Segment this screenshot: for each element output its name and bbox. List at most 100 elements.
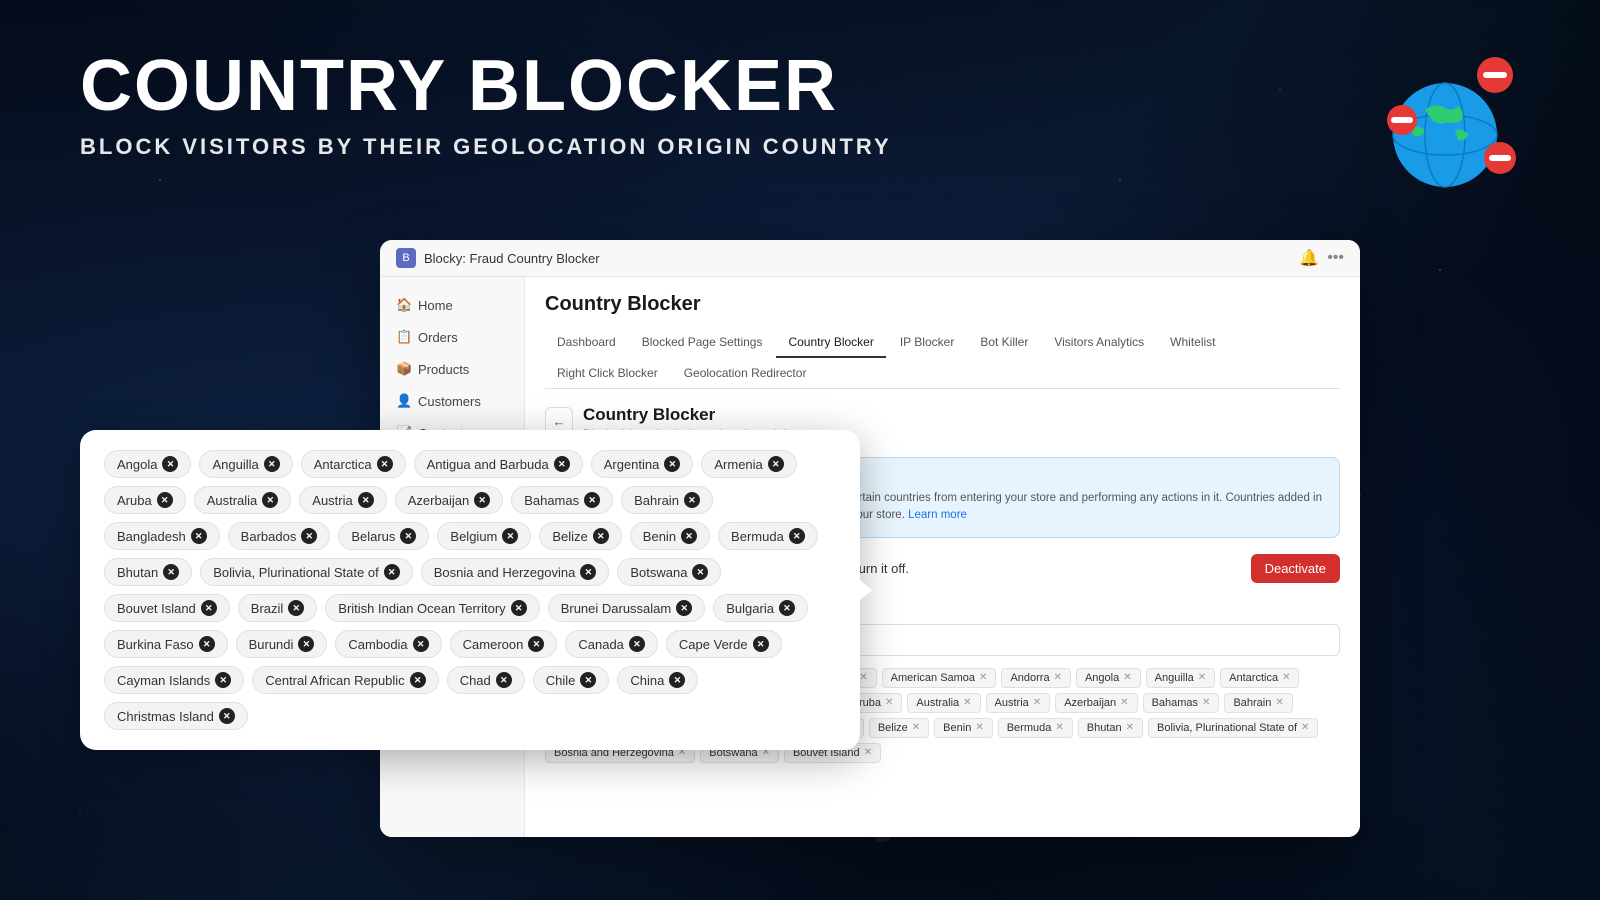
country-tag-remove[interactable]: ✕	[963, 697, 971, 708]
tab-bot-killer[interactable]: Bot Killer	[968, 328, 1040, 358]
country-tag-remove[interactable]: ✕	[912, 722, 920, 733]
app-title: COUNTRY BLOCKER	[80, 50, 1520, 122]
tag-remove[interactable]: ✕	[264, 456, 280, 472]
more-icon[interactable]: •••	[1327, 249, 1344, 267]
popup-tag: Christmas Island ✕	[104, 702, 248, 730]
tag-remove[interactable]: ✕	[496, 672, 512, 688]
tag-remove[interactable]: ✕	[358, 492, 374, 508]
tag-remove[interactable]: ✕	[584, 492, 600, 508]
sidebar-item-home[interactable]: 🏠Home	[380, 289, 524, 321]
sidebar-icon: 👤	[396, 393, 410, 409]
country-tag: Belize ✕	[869, 718, 929, 738]
tag-remove[interactable]: ✕	[298, 636, 314, 652]
country-tag-remove[interactable]: ✕	[1198, 672, 1206, 683]
tag-remove[interactable]: ✕	[413, 636, 429, 652]
tag-remove[interactable]: ✕	[580, 672, 596, 688]
popup-tag: Argentina ✕	[591, 450, 694, 478]
popup-tag: Cape Verde ✕	[666, 630, 782, 658]
tab-geolocation-redirector[interactable]: Geolocation Redirector	[672, 359, 819, 389]
country-tag: Bolivia, Plurinational State of ✕	[1148, 718, 1318, 738]
tab-ip-blocker[interactable]: IP Blocker	[888, 328, 966, 358]
country-tag-remove[interactable]: ✕	[1123, 672, 1131, 683]
tag-remove[interactable]: ✕	[410, 672, 426, 688]
country-tag-remove[interactable]: ✕	[1126, 722, 1134, 733]
tag-remove[interactable]: ✕	[219, 708, 235, 724]
tag-remove[interactable]: ✕	[201, 600, 217, 616]
tag-remove[interactable]: ✕	[400, 528, 416, 544]
tag-remove[interactable]: ✕	[580, 564, 596, 580]
country-tag-remove[interactable]: ✕	[1282, 672, 1290, 683]
country-tag-remove[interactable]: ✕	[1202, 697, 1210, 708]
popup-tag: Aruba ✕	[104, 486, 186, 514]
tag-remove[interactable]: ✕	[157, 492, 173, 508]
country-tag-remove[interactable]: ✕	[1055, 722, 1063, 733]
tag-remove[interactable]: ✕	[593, 528, 609, 544]
tag-remove[interactable]: ✕	[629, 636, 645, 652]
sidebar-label: Orders	[418, 330, 458, 345]
tag-remove[interactable]: ✕	[768, 456, 784, 472]
tag-remove[interactable]: ✕	[191, 528, 207, 544]
country-tag-remove[interactable]: ✕	[1033, 697, 1041, 708]
tags-popup: Angola ✕Anguilla ✕Antarctica ✕Antigua an…	[80, 430, 860, 750]
country-tag-remove[interactable]: ✕	[1301, 722, 1309, 733]
country-tag-remove[interactable]: ✕	[975, 722, 983, 733]
tag-remove[interactable]: ✕	[288, 600, 304, 616]
tag-remove[interactable]: ✕	[474, 492, 490, 508]
popup-tag: Australia ✕	[194, 486, 292, 514]
country-tag-remove[interactable]: ✕	[1054, 672, 1062, 683]
tab-country-blocker[interactable]: Country Blocker	[776, 328, 885, 358]
popup-tag: Antarctica ✕	[301, 450, 406, 478]
popup-tag: Cayman Islands ✕	[104, 666, 244, 694]
tab-dashboard[interactable]: Dashboard	[545, 328, 628, 358]
tag-remove[interactable]: ✕	[692, 564, 708, 580]
bell-icon[interactable]: 🔔	[1299, 248, 1319, 268]
tag-remove[interactable]: ✕	[199, 636, 215, 652]
country-tag-remove[interactable]: ✕	[885, 697, 893, 708]
popup-tag: Antigua and Barbuda ✕	[414, 450, 583, 478]
tags-container: Angola ✕Anguilla ✕Antarctica ✕Antigua an…	[104, 450, 836, 730]
tag-remove[interactable]: ✕	[554, 456, 570, 472]
country-tag-remove[interactable]: ✕	[979, 672, 987, 683]
back-section-title: Country Blocker	[583, 405, 838, 425]
popup-tag: China ✕	[617, 666, 698, 694]
tag-remove[interactable]: ✕	[377, 456, 393, 472]
tag-remove[interactable]: ✕	[511, 600, 527, 616]
country-tag-remove[interactable]: ✕	[864, 747, 872, 758]
page-content: COUNTRY BLOCKER BLOCK VISITORS BY THEIR …	[0, 0, 1600, 900]
learn-more-link[interactable]: Learn more	[908, 509, 967, 521]
tag-remove[interactable]: ✕	[163, 564, 179, 580]
country-tag-remove[interactable]: ✕	[1120, 697, 1128, 708]
tag-remove[interactable]: ✕	[779, 600, 795, 616]
country-tag: Andorra ✕	[1001, 668, 1071, 688]
tag-remove[interactable]: ✕	[528, 636, 544, 652]
tab-blocked-page-settings[interactable]: Blocked Page Settings	[630, 328, 775, 358]
tag-remove[interactable]: ✕	[502, 528, 518, 544]
tag-remove[interactable]: ✕	[215, 672, 231, 688]
sidebar-item-orders[interactable]: 📋Orders	[380, 321, 524, 353]
country-tag-remove[interactable]: ✕	[859, 672, 867, 683]
tag-remove[interactable]: ✕	[684, 492, 700, 508]
tab-right-click-blocker[interactable]: Right Click Blocker	[545, 359, 670, 389]
tag-remove[interactable]: ✕	[162, 456, 178, 472]
window-title-left: B Blocky: Fraud Country Blocker	[396, 248, 600, 268]
tag-remove[interactable]: ✕	[676, 600, 692, 616]
popup-tag: Anguilla ✕	[199, 450, 292, 478]
tab-whitelist[interactable]: Whitelist	[1158, 328, 1227, 358]
deactivate-button[interactable]: Deactivate	[1251, 554, 1340, 583]
popup-tag: Bangladesh ✕	[104, 522, 220, 550]
sidebar-item-products[interactable]: 📦Products	[380, 353, 524, 385]
tag-remove[interactable]: ✕	[384, 564, 400, 580]
tag-remove[interactable]: ✕	[753, 636, 769, 652]
tag-remove[interactable]: ✕	[669, 672, 685, 688]
popup-arrow	[860, 580, 872, 600]
tag-remove[interactable]: ✕	[262, 492, 278, 508]
country-tag: Bermuda ✕	[998, 718, 1073, 738]
country-tag-remove[interactable]: ✕	[1275, 697, 1283, 708]
tab-visitors-analytics[interactable]: Visitors Analytics	[1042, 328, 1156, 358]
tag-remove[interactable]: ✕	[301, 528, 317, 544]
tag-remove[interactable]: ✕	[681, 528, 697, 544]
sidebar-item-customers[interactable]: 👤Customers	[380, 385, 524, 417]
tag-remove[interactable]: ✕	[789, 528, 805, 544]
tag-remove[interactable]: ✕	[664, 456, 680, 472]
popup-tag: Bahamas ✕	[511, 486, 613, 514]
